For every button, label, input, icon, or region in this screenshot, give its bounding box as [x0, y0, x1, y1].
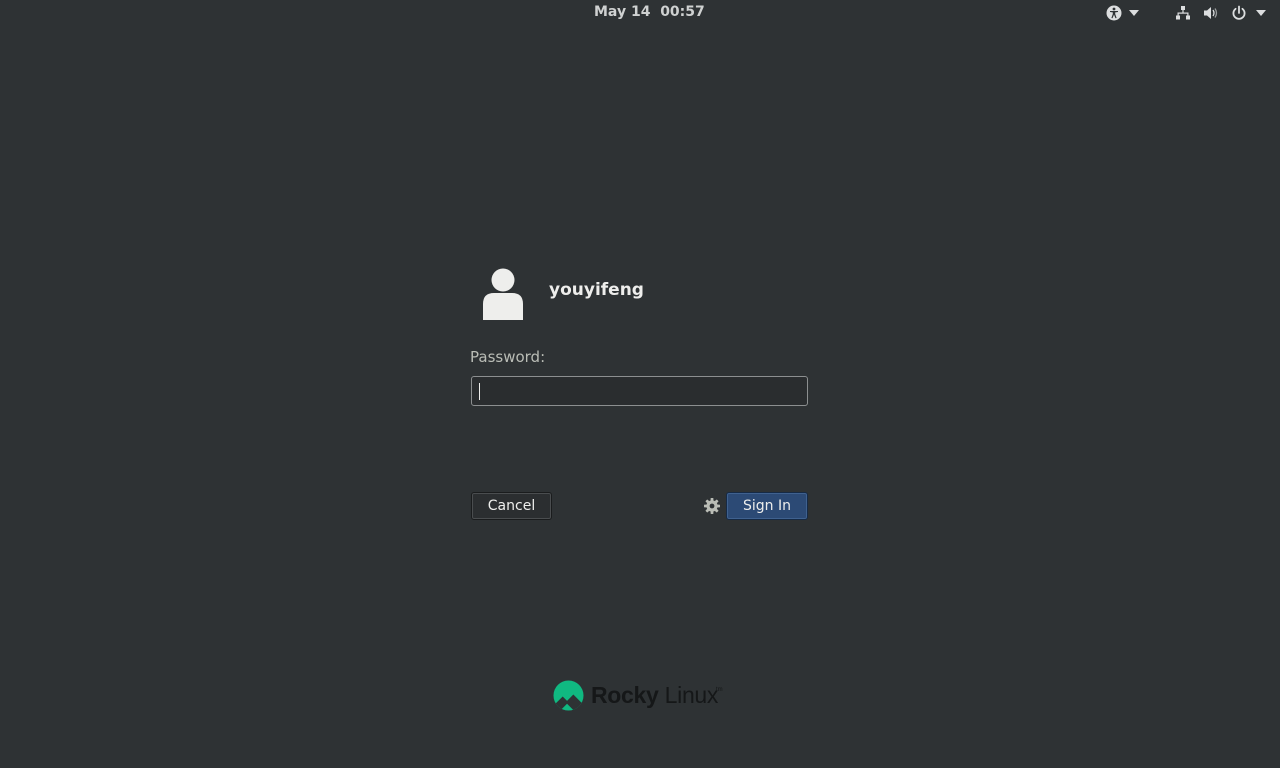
session-settings-button[interactable] — [703, 497, 721, 515]
clock-date: May 14 — [594, 4, 651, 20]
user-row: youyifeng — [471, 264, 811, 324]
chevron-down-icon — [1128, 10, 1139, 16]
sign-in-button[interactable]: Sign In — [726, 492, 808, 520]
gear-icon — [704, 498, 720, 514]
network-icon — [1175, 5, 1191, 21]
logo-wordmark: Rocky Linux — [591, 682, 718, 709]
avatar — [481, 266, 525, 320]
rocky-linux-logo: Rocky Linux tm — [553, 680, 733, 714]
chevron-down-icon — [1255, 10, 1266, 16]
accessibility-menu[interactable] — [1100, 3, 1144, 23]
clock-time: 00:57 — [660, 4, 705, 20]
volume-icon — [1203, 5, 1219, 21]
password-field[interactable] — [471, 376, 808, 406]
username: youyifeng — [549, 280, 644, 300]
top-bar: May 14 00:57 — [0, 0, 1280, 26]
login-screen: May 14 00:57 youyifeng Password: Cancel … — [0, 0, 1280, 768]
user-icon — [483, 268, 523, 320]
rocky-logo-icon — [553, 680, 584, 711]
cancel-button[interactable]: Cancel — [471, 492, 552, 520]
password-label: Password: — [470, 348, 546, 366]
text-caret — [479, 383, 480, 400]
logo-name-bold: Rocky — [591, 682, 659, 708]
accessibility-icon — [1106, 5, 1122, 21]
system-menu[interactable] — [1170, 3, 1270, 23]
logo-name-light: Linux — [664, 682, 719, 708]
logo-trademark: tm — [716, 687, 723, 693]
power-icon — [1231, 5, 1247, 21]
clock[interactable]: May 14 00:57 — [594, 4, 705, 20]
